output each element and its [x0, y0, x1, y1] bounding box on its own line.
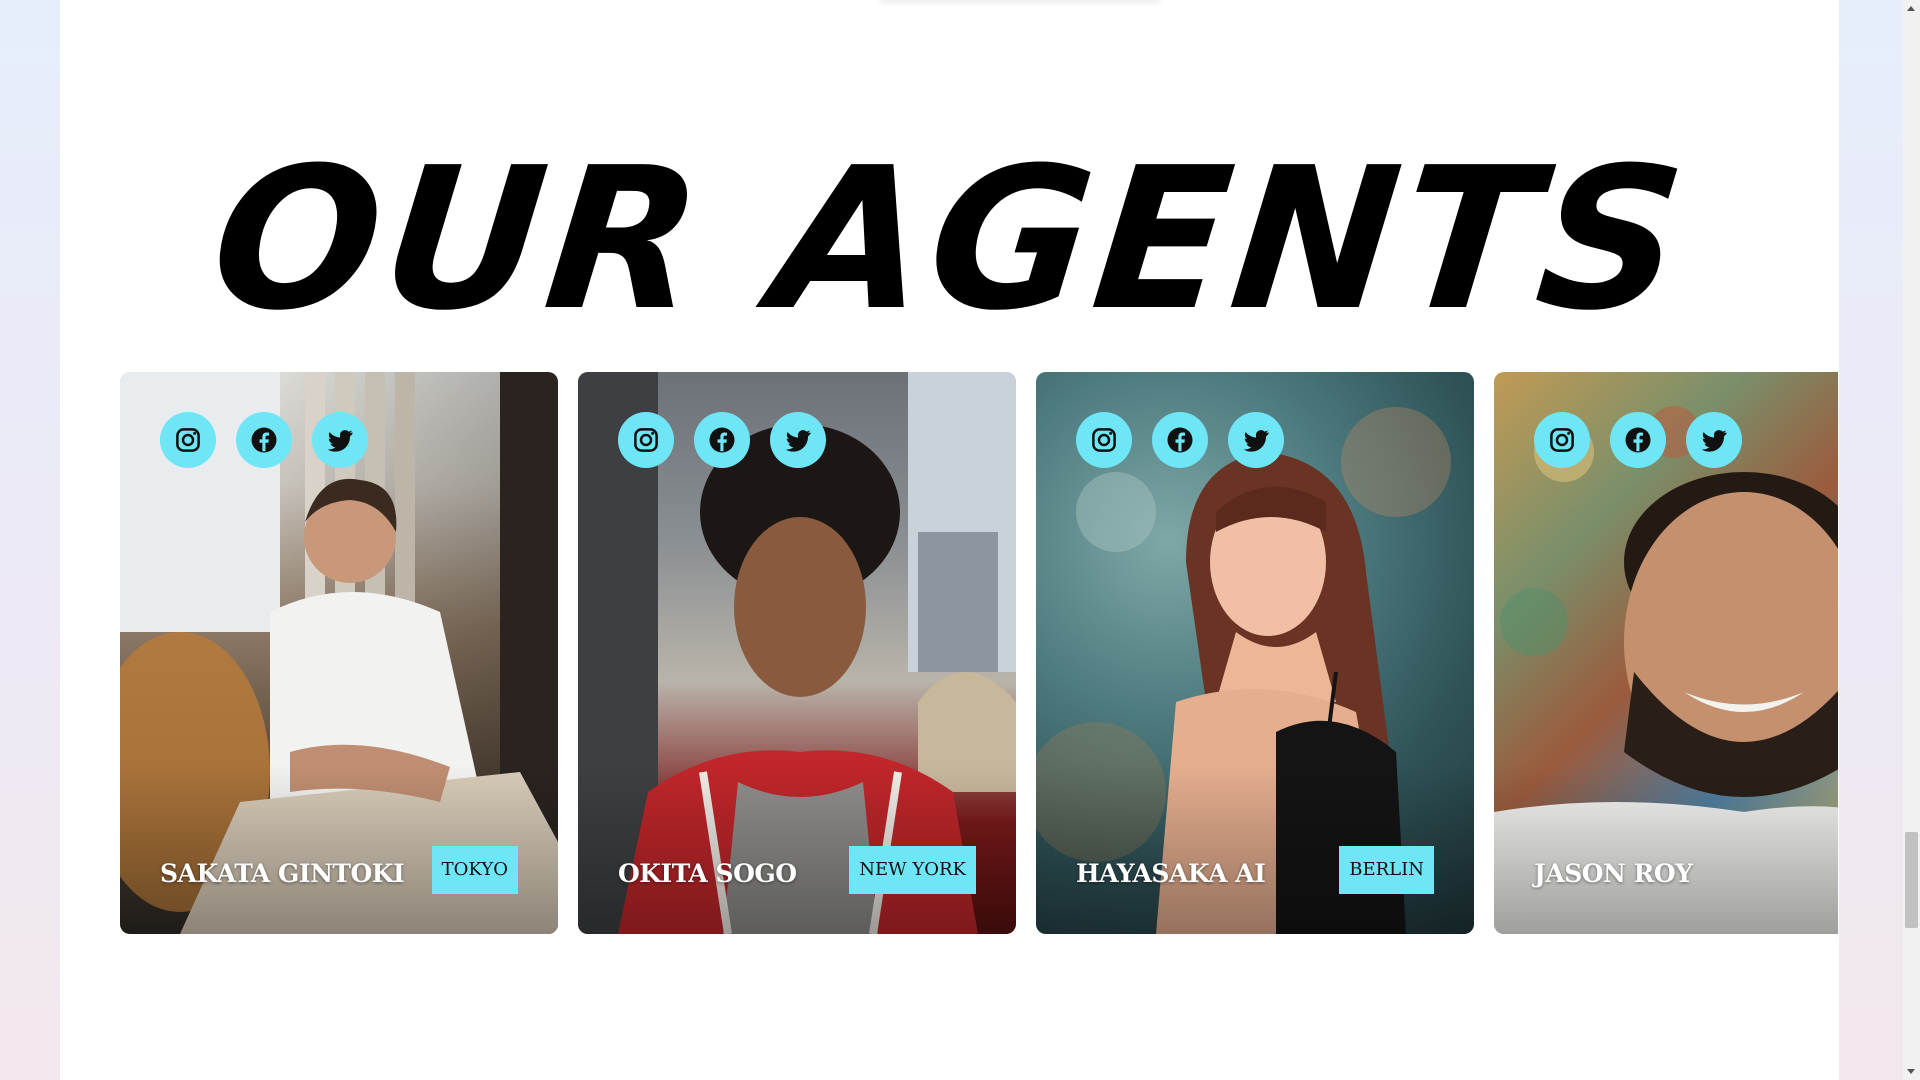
agent-name: OKITA SOGO	[618, 859, 797, 888]
photo-gradient	[1494, 764, 1838, 934]
social-links	[1076, 412, 1284, 468]
social-links	[160, 412, 368, 468]
scroll-up-arrow-icon[interactable]	[1907, 6, 1915, 11]
twitter-icon	[1243, 430, 1269, 452]
agent-name: HAYASAKA AI	[1076, 859, 1266, 888]
instagram-button[interactable]	[160, 412, 216, 468]
twitter-icon	[785, 430, 811, 452]
facebook-button[interactable]	[694, 412, 750, 468]
agent-name: JASON ROY	[1534, 859, 1693, 888]
city-badge[interactable]: BERLIN	[1339, 846, 1434, 894]
instagram-button[interactable]	[618, 412, 674, 468]
scroll-down-arrow-icon[interactable]	[1907, 1069, 1915, 1074]
agent-card[interactable]: HAYASAKA AI BERLIN	[1036, 372, 1474, 934]
agent-card[interactable]: SAKATA GINTOKI TOKYO	[120, 372, 558, 934]
twitter-button[interactable]	[312, 412, 368, 468]
agent-card[interactable]: JASON ROY	[1494, 372, 1838, 934]
social-links	[618, 412, 826, 468]
twitter-button[interactable]	[1228, 412, 1284, 468]
facebook-button[interactable]	[1152, 412, 1208, 468]
section-title: OUR AGENTS	[202, 126, 1697, 354]
scrollbar-thumb[interactable]	[1905, 832, 1918, 928]
twitter-icon	[327, 430, 353, 452]
instagram-icon	[634, 428, 658, 452]
city-badge[interactable]: NEW YORK	[849, 846, 976, 894]
facebook-icon	[1167, 427, 1193, 453]
facebook-icon	[709, 427, 735, 453]
instagram-button[interactable]	[1534, 412, 1590, 468]
facebook-button[interactable]	[1610, 412, 1666, 468]
instagram-icon	[1092, 428, 1116, 452]
agent-card[interactable]: OKITA SOGO NEW YORK	[578, 372, 1016, 934]
twitter-button[interactable]	[1686, 412, 1742, 468]
city-badge[interactable]: TOKYO	[431, 846, 518, 894]
instagram-icon	[176, 428, 200, 452]
social-links	[1534, 412, 1742, 468]
facebook-icon	[1625, 427, 1651, 453]
page-scrollbar[interactable]	[1903, 0, 1920, 1080]
facebook-button[interactable]	[236, 412, 292, 468]
twitter-icon	[1701, 430, 1727, 452]
facebook-icon	[251, 427, 277, 453]
instagram-button[interactable]	[1076, 412, 1132, 468]
twitter-button[interactable]	[770, 412, 826, 468]
agent-name: SAKATA GINTOKI	[160, 859, 405, 888]
agents-carousel[interactable]: SAKATA GINTOKI TOKYO OKITA SOGO NEW YORK…	[120, 372, 1838, 934]
instagram-icon	[1550, 428, 1574, 452]
page-container: OUR AGENTS SAKATA GINTOKI TOKYO OKITA SO…	[60, 0, 1839, 1080]
